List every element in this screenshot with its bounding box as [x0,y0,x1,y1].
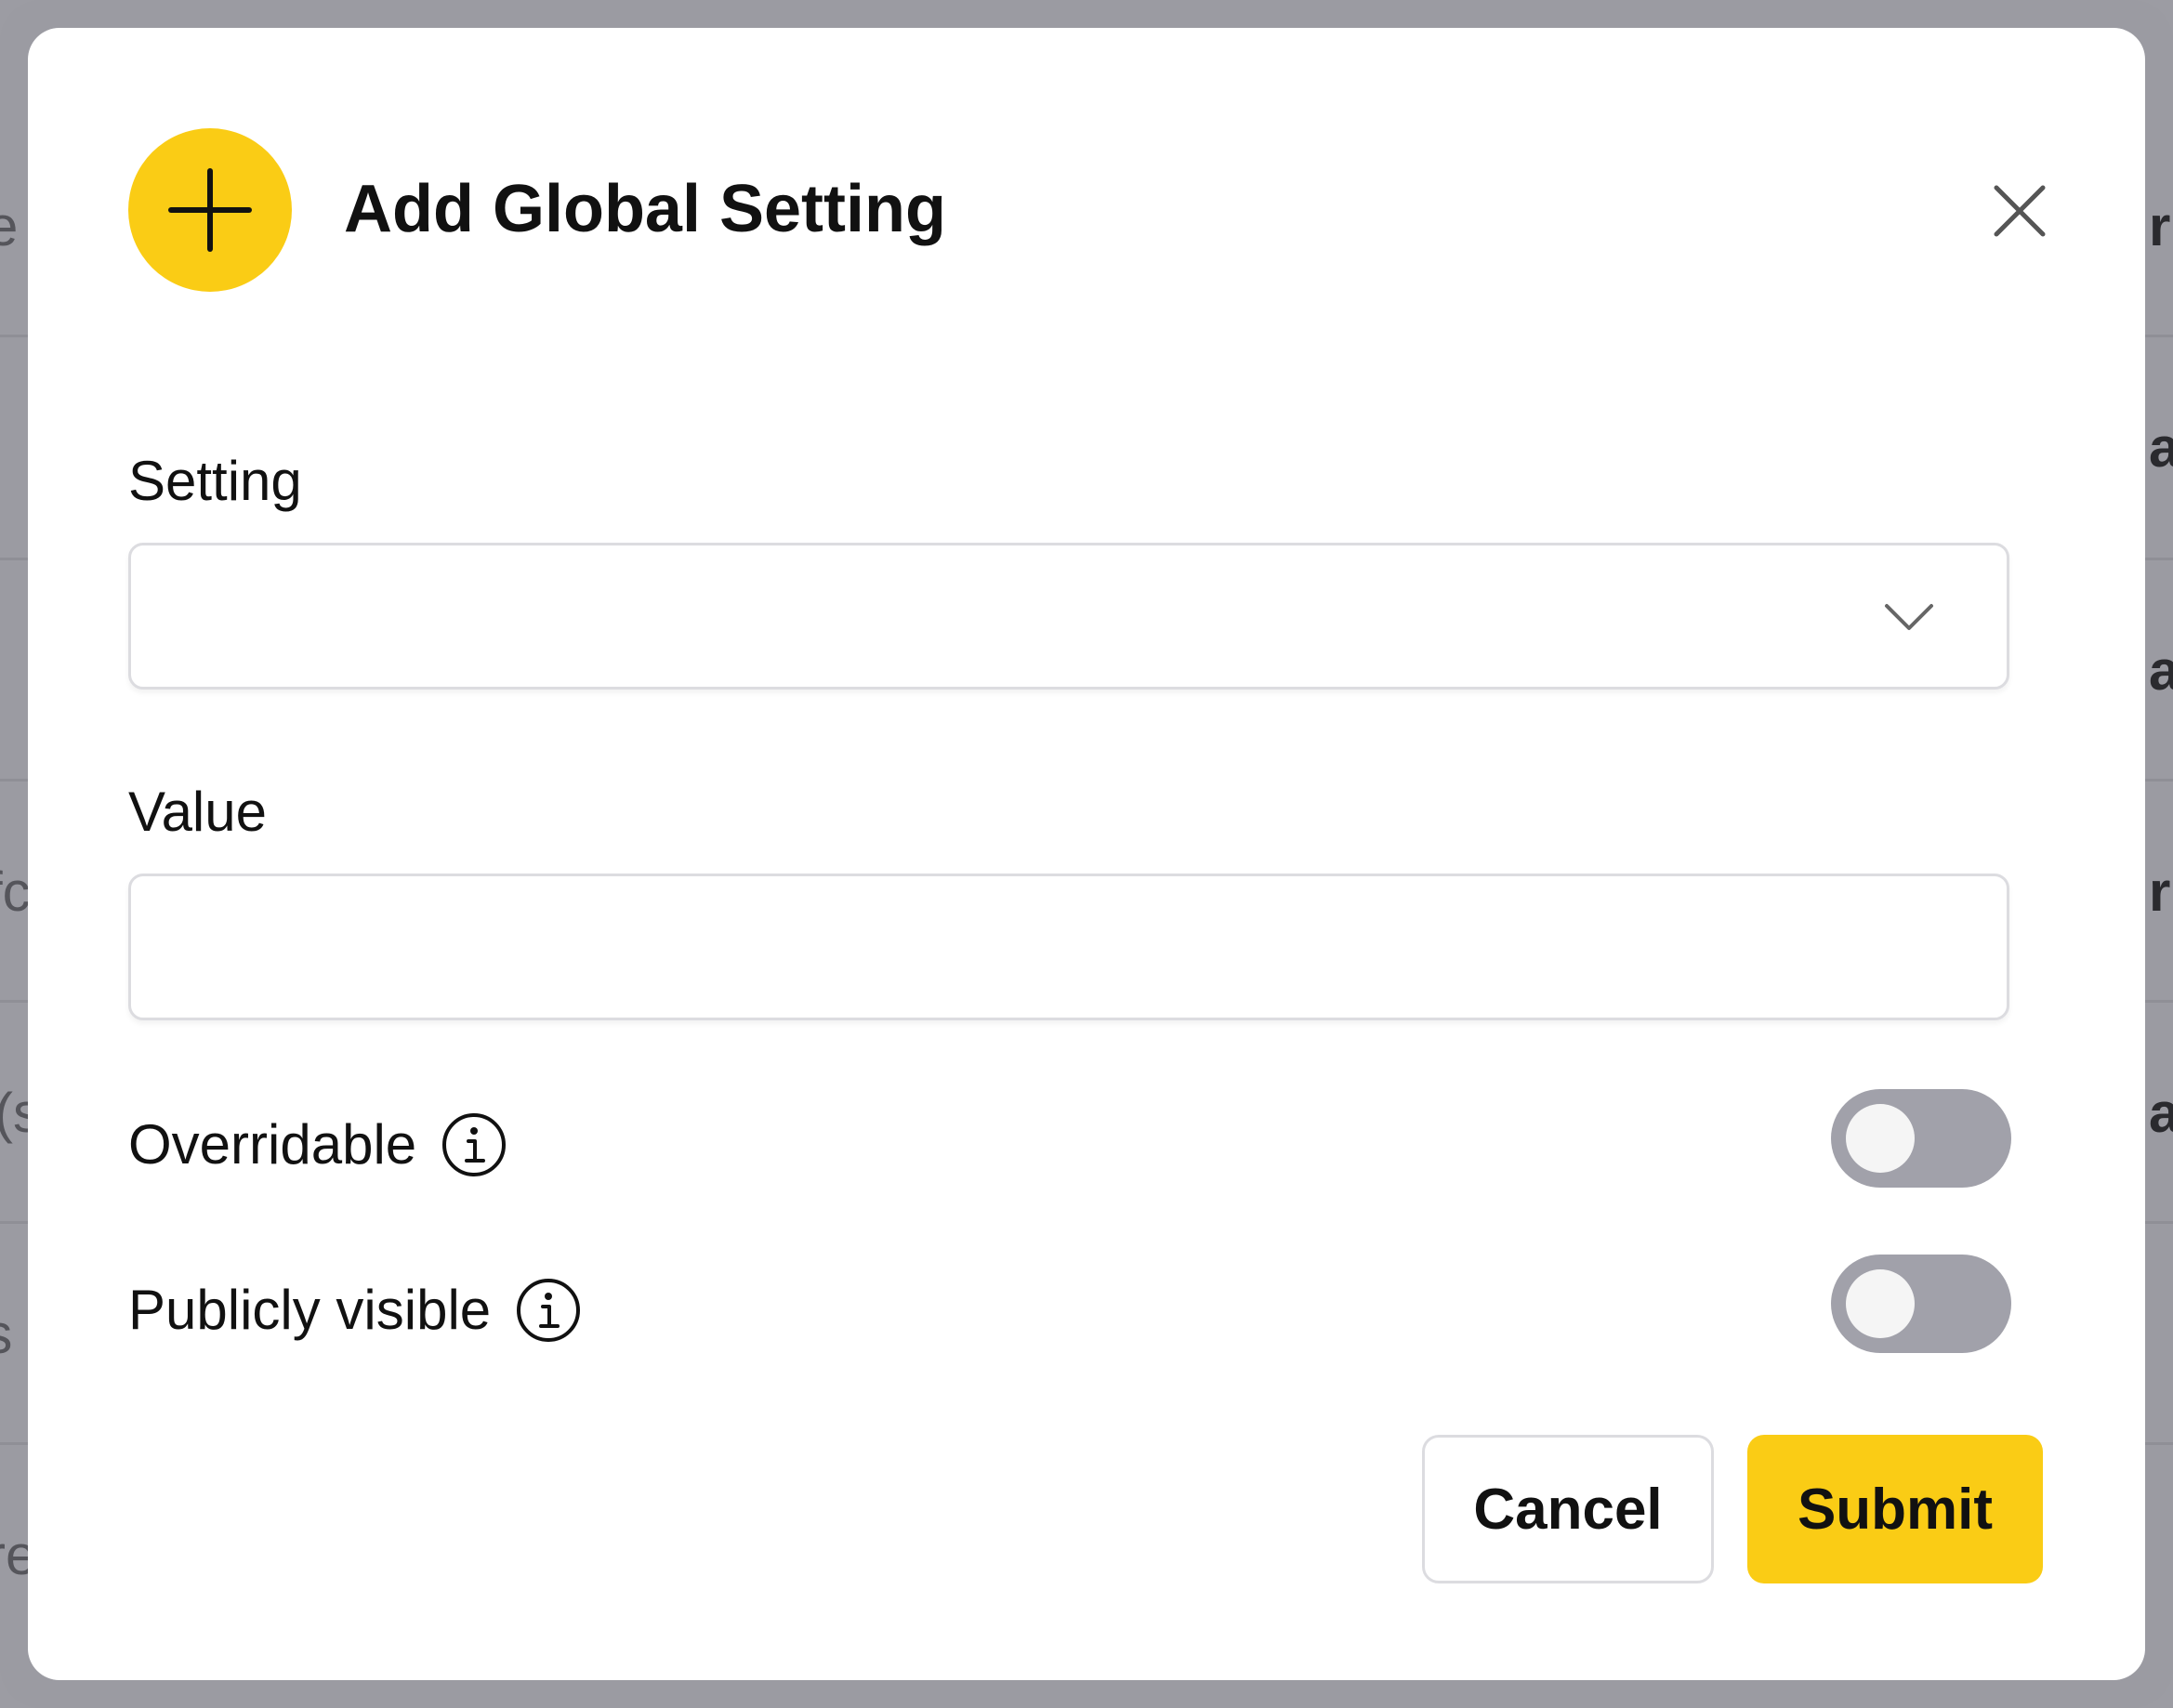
background-text-fragment: a [2149,1082,2173,1144]
setting-label: Setting [128,450,302,512]
close-button[interactable] [1987,178,2052,243]
plus-icon [168,168,252,252]
background-text-fragment: ru [2149,861,2173,923]
background-text-fragment: fc [0,861,31,923]
publicly-visible-toggle[interactable] [1831,1255,2011,1353]
overridable-toggle[interactable] [1831,1089,2011,1188]
background-text-fragment: a [2149,416,2173,479]
background-text-fragment: is [0,1307,12,1362]
cancel-button[interactable]: Cancel [1422,1435,1714,1583]
info-icon[interactable] [515,1277,582,1344]
info-icon[interactable] [441,1111,507,1178]
dialog-title: Add Global Setting [344,172,946,246]
header-icon-badge [128,128,292,292]
close-icon [1994,185,2046,237]
publicly-visible-row: Publicly visible [128,1277,582,1344]
background-text-fragment: a [2149,639,2173,702]
toggle-knob [1846,1104,1915,1173]
overridable-label: Overridable [128,1113,417,1176]
toggle-knob [1846,1269,1915,1338]
background-text-fragment: ru [2149,195,2173,257]
value-input[interactable] [128,874,2009,1020]
add-global-setting-dialog: Add Global Setting Setting Value Overrid… [28,28,2145,1680]
submit-button[interactable]: Submit [1747,1435,2043,1583]
background-text-fragment: e [0,195,19,257]
setting-select[interactable] [128,543,2009,690]
value-label: Value [128,781,268,843]
publicly-visible-label: Publicly visible [128,1279,492,1341]
overridable-row: Overridable [128,1111,507,1178]
